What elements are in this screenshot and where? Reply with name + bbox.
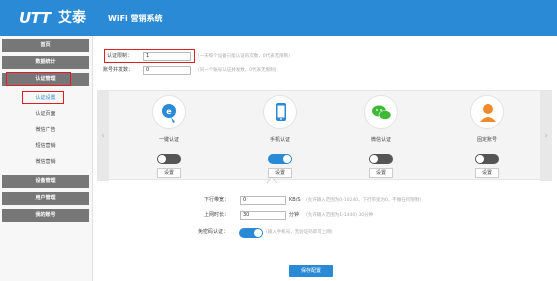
- save-config-button[interactable]: 保存配置: [289, 265, 333, 277]
- auth-card-toggle[interactable]: [475, 154, 499, 164]
- phone-icon[interactable]: [263, 95, 297, 129]
- sidebar-item-user-management[interactable]: 用户管理: [2, 192, 89, 205]
- duration-input[interactable]: 30: [240, 211, 286, 220]
- auth-method-carousel: ‹ › e 一键认证 设置 手机认证 设置 微信认证 设置 固定账号 设置: [97, 90, 552, 181]
- exempt-toggle[interactable]: [239, 228, 263, 238]
- auth-card-one-click: e 一键认证 设置: [135, 91, 203, 181]
- auth-card-settings-button[interactable]: 设置: [369, 168, 393, 178]
- brand-name: 艾泰: [58, 10, 86, 26]
- user-icon[interactable]: [470, 95, 504, 129]
- highlight-auth-management: [6, 72, 71, 86]
- auth-card-toggle[interactable]: [369, 154, 393, 164]
- auth-card-label: 手机认证: [269, 137, 290, 143]
- bandwidth-hint: (允许输入范围为0-10240，下行带宽为0，不做任何限制): [306, 198, 422, 203]
- duration-label: 上网时长：: [204, 212, 230, 218]
- auth-card-settings-button[interactable]: 设置: [475, 168, 499, 178]
- chevron-up-icon: [266, 176, 278, 184]
- app-header: UTT 艾泰 WiFi 营销系统: [0, 0, 557, 36]
- duration-unit: 分钟: [289, 212, 300, 218]
- auth-card-toggle[interactable]: [268, 154, 292, 164]
- account-count-input[interactable]: 0: [143, 66, 191, 75]
- bandwidth-unit: KB/S: [289, 197, 301, 203]
- exempt-label: 免密码认证：: [198, 229, 229, 235]
- auth-card-wechat: 微信认证 设置: [347, 91, 415, 181]
- auth-card-label: 一键认证: [158, 137, 179, 143]
- bandwidth-label: 下行带宽：: [204, 197, 230, 203]
- auth-limit-label: 认证限制：: [107, 53, 133, 59]
- one-click-icon[interactable]: e: [152, 95, 186, 129]
- system-title: WiFi 营销系统: [108, 14, 163, 23]
- sidebar-item-sms-marketing[interactable]: 短信营销: [2, 139, 89, 153]
- auth-card-fixed-account: 固定账号 设置: [453, 91, 521, 181]
- sidebar-item-wechat-ads[interactable]: 微信广告: [2, 123, 89, 137]
- auth-card-label: 微信认证: [370, 137, 391, 143]
- bandwidth-input[interactable]: 0: [240, 196, 286, 205]
- account-count-hint: (同一个账号认证并发数，0代表无限制): [198, 68, 277, 73]
- sidebar-item-auth-page[interactable]: 认证页面: [2, 107, 89, 121]
- sidebar-item-statistics[interactable]: 数据统计: [2, 56, 89, 69]
- duration-hint: (允许输入范围为1-1440) 30分钟: [306, 213, 374, 218]
- auth-card-settings-button[interactable]: 设置: [157, 168, 181, 178]
- sidebar-item-device-management[interactable]: 设备管理: [2, 175, 89, 188]
- account-count-label: 账号并发数：: [103, 67, 134, 73]
- auth-card-toggle[interactable]: [157, 154, 181, 164]
- wechat-icon[interactable]: [364, 95, 398, 129]
- auth-limit-input[interactable]: 1: [143, 52, 191, 61]
- highlight-auth-settings: [22, 91, 64, 104]
- svg-text:e: e: [166, 107, 172, 116]
- auth-card-phone: 手机认证 设置: [246, 91, 314, 181]
- exempt-hint: (输入手机号，无验证码即可上网): [266, 230, 333, 235]
- sidebar-item-home[interactable]: 首页: [2, 39, 89, 52]
- utt-logo: UTT: [19, 9, 51, 27]
- sidebar-item-wechat-marketing[interactable]: 微信营销: [2, 155, 89, 169]
- carousel-prev-arrow[interactable]: ‹: [97, 91, 109, 181]
- auth-card-label: 固定账号: [476, 137, 497, 143]
- auth-limit-hint: (一天每个设备只能认证的次数，0代表无限制): [198, 54, 290, 59]
- sidebar-item-my-account[interactable]: 我的账号: [2, 209, 89, 222]
- carousel-next-arrow[interactable]: ›: [540, 91, 552, 181]
